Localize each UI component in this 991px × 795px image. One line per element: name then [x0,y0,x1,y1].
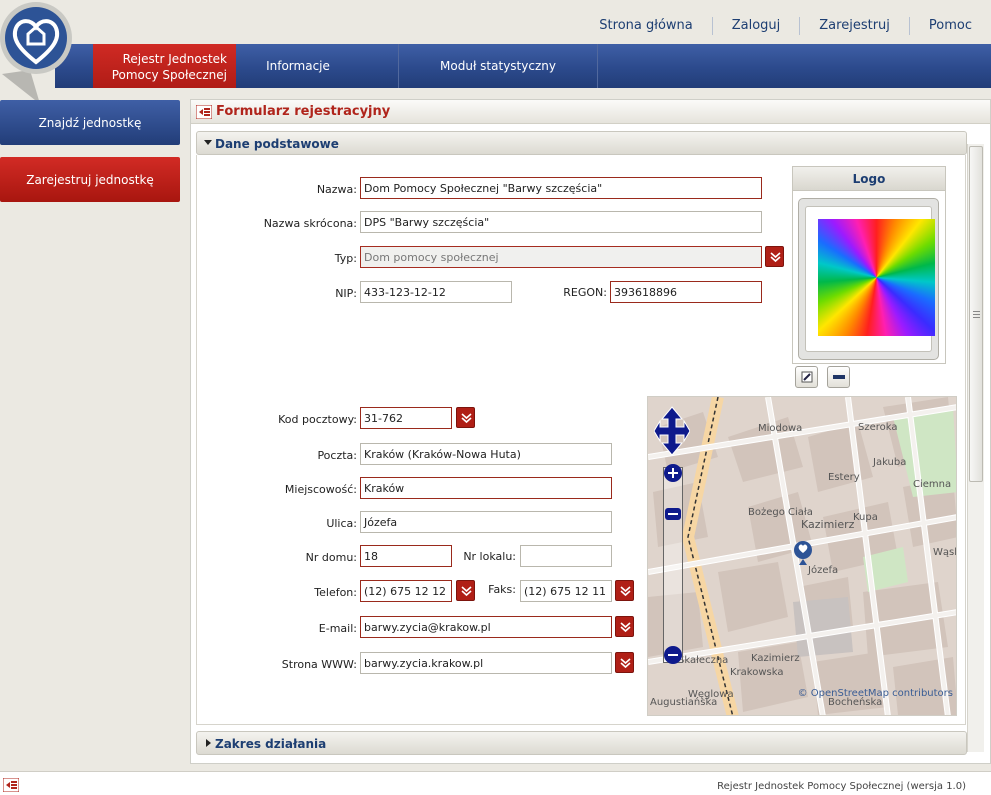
map-pan-control[interactable] [654,405,690,457]
login-link[interactable]: Zaloguj [711,17,800,35]
edit-logo-button[interactable] [795,366,818,388]
fax-dropdown-button[interactable] [615,580,634,601]
street-input[interactable]: Józefa [360,511,612,533]
short-name-input[interactable]: DPS "Barwy szczęścia" [360,211,762,233]
map-label-miodowa: Miodowa [758,423,803,434]
phone-input[interactable]: (12) 675 12 12 [360,580,452,602]
postal-code-input[interactable]: 31-762 [360,407,452,429]
phone-label: Telefon: [314,586,357,599]
chevron-down-icon [620,658,631,669]
section-scope[interactable]: Zakres działania [196,731,967,755]
flat-number-input[interactable] [520,545,612,567]
type-select[interactable]: Dom pomocy społecznej [360,246,762,268]
logo-box: Logo [792,166,946,364]
map-tiles [648,397,956,715]
map-label-bozego-ciala: Bożego Ciała [748,507,813,518]
scrollbar[interactable] [967,144,984,752]
chevron-down-icon [620,586,631,597]
zoom-in-icon[interactable] [663,463,683,483]
scrollbar-thumb[interactable] [969,146,983,482]
app-logo[interactable] [0,0,84,104]
map-label-ciemna: Ciemna [913,479,952,490]
map-zoom-slider[interactable] [663,467,683,663]
footer-icon [3,778,19,792]
chevron-down-icon [770,252,781,263]
map-label-jakuba: Jakuba [873,457,907,468]
map-label-kupa: Kupa [853,512,878,523]
nip-input[interactable]: 433-123-12-12 [360,281,512,303]
website-input[interactable]: barwy.zycia.krakow.pl [360,652,612,674]
section-scope-title: Zakres działania [215,737,327,751]
remove-logo-button[interactable] [827,366,850,388]
form-title: Formularz rejestracyjny [216,104,391,119]
map-label-kazimierz-2: Kazimierz [751,653,800,664]
location-map[interactable]: Kazimierz Józefa Miodowa Bożego Ciała Es… [647,396,957,716]
email-input[interactable]: barwy.zycia@krakow.pl [360,616,612,638]
logo-image [818,219,935,336]
logo-frame [798,198,939,360]
map-label-krakowska: Krakowska [730,667,784,678]
nav-informacje[interactable]: Informacje [198,44,399,88]
footer-text: Rejestr Jednostek Pomocy Społecznej (wer… [717,781,966,792]
name-input[interactable]: Dom Pomocy Społecznej "Barwy szczęścia" [360,177,762,199]
minus-icon [833,375,845,379]
help-link[interactable]: Pomoc [908,17,991,35]
website-dropdown-button[interactable] [615,652,634,673]
expand-icon [206,739,211,747]
main-nav: Rejestr Jednostek Pomocy Społecznej Info… [55,44,991,88]
register-link[interactable]: Zarejestruj [799,17,909,35]
zoom-handle[interactable] [665,508,681,520]
short-name-label: Nazwa skrócona: [263,217,357,230]
house-number-input[interactable]: 18 [360,545,452,567]
post-office-label: Poczta: [317,449,357,462]
email-label: E-mail: [318,622,357,635]
fax-label: Faks: [488,583,516,596]
collapse-icon [204,140,212,145]
type-label: Typ: [334,252,357,265]
map-attribution[interactable]: © OpenStreetMap contributors [798,688,953,699]
section-basic-data[interactable]: Dane podstawowe [196,131,967,155]
map-label-skaleczna: Skałeczna [678,655,729,666]
map-label-szeroka: Szeroka [858,422,898,433]
map-label-estery: Estery [828,472,860,483]
postal-code-dropdown-button[interactable] [456,407,475,428]
zoom-out-icon[interactable] [663,645,683,665]
name-label: Nazwa: [316,183,357,196]
top-links: Strona główna Zaloguj Zarejestruj Pomoc [580,17,991,35]
flat-number-label: Nr lokalu: [463,550,516,563]
city-label: Miejscowość: [284,483,357,496]
register-unit-button[interactable]: Zarejestruj jednostkę [0,157,180,202]
map-label-jozefa: Józefa [808,565,839,576]
form-header: Formularz rejestracyjny [191,100,990,124]
postal-code-label: Kod pocztowy: [278,413,357,426]
regon-input[interactable]: 393618896 [610,281,762,303]
footer: Rejestr Jednostek Pomocy Społecznej (wer… [0,771,991,795]
regon-label: REGON: [563,286,607,299]
find-unit-button[interactable]: Znajdź jednostkę [0,100,180,145]
post-office-input[interactable]: Kraków (Kraków-Nowa Huta) [360,443,612,465]
email-dropdown-button[interactable] [615,616,634,637]
chevron-down-icon [620,622,631,633]
pencil-icon [801,371,813,383]
chevron-down-icon [461,586,472,597]
nip-label: NIP: [335,287,357,300]
nav-modul-statystyczny[interactable]: Moduł statystyczny [399,44,598,88]
logo-preview [805,206,935,352]
map-label-waska: Wąska [933,547,956,558]
map-label-augustianska: Augustiańska [650,697,718,708]
fax-input[interactable]: (12) 675 12 11 [520,580,612,602]
logo-title: Logo [793,167,945,191]
chevron-down-icon [461,413,472,424]
section-basic-title: Dane podstawowe [215,137,339,151]
city-input[interactable]: Kraków [360,477,612,499]
street-label: Ulica: [326,517,357,530]
house-number-label: Nr domu: [305,551,357,564]
home-link[interactable]: Strona główna [580,17,711,35]
type-dropdown-button[interactable] [765,246,784,267]
form-icon [196,105,212,119]
phone-dropdown-button[interactable] [456,580,475,601]
website-label: Strona WWW: [281,658,357,671]
map-label-kazimierz: Kazimierz [801,518,855,531]
